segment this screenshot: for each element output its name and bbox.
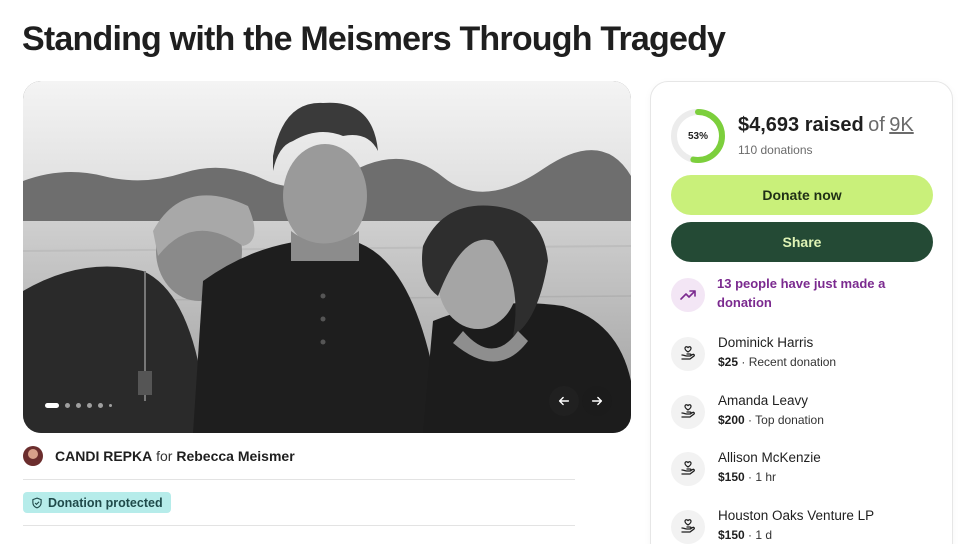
organizer-for-text: for bbox=[156, 448, 173, 464]
donor-amount: $150 bbox=[718, 528, 745, 542]
organizer-name[interactable]: CANDI REPKA bbox=[55, 448, 152, 464]
raised-of-text: of bbox=[868, 114, 885, 136]
goal-amount[interactable]: 9K bbox=[889, 114, 913, 136]
carousel-dot[interactable] bbox=[98, 403, 103, 408]
donor-detail: · Recent donation bbox=[738, 355, 837, 369]
trending-up-icon bbox=[680, 290, 696, 300]
donor-detail: · 1 d bbox=[744, 528, 773, 542]
campaign-photo bbox=[23, 81, 631, 433]
donor-item: Allison McKenzie $150 · 1 hr bbox=[671, 450, 933, 490]
arrow-right-icon bbox=[591, 396, 603, 406]
shield-icon bbox=[32, 497, 42, 508]
carousel-dot[interactable] bbox=[87, 403, 92, 408]
donor-meta: $25 · Recent donation bbox=[718, 355, 836, 369]
donation-hand-icon bbox=[671, 452, 705, 486]
donation-hand-icon bbox=[671, 337, 705, 371]
share-button[interactable]: Share bbox=[671, 222, 933, 262]
carousel-dot[interactable] bbox=[65, 403, 70, 408]
carousel-dot-active[interactable] bbox=[45, 403, 59, 408]
donate-now-button[interactable]: Donate now bbox=[671, 175, 933, 215]
trend-badge bbox=[671, 278, 705, 312]
donor-detail: · Top donation bbox=[744, 413, 824, 427]
donor-amount: $150 bbox=[718, 470, 745, 484]
donor-item: Houston Oaks Venture LP $150 · 1 d bbox=[671, 508, 933, 544]
badge-label: Donation protected bbox=[48, 495, 163, 510]
donor-meta: $150 · 1 d bbox=[718, 528, 772, 542]
page-title: Standing with the Meismers Through Trage… bbox=[22, 20, 726, 58]
donor-amount: $200 bbox=[718, 413, 745, 427]
progress-percent: 53% bbox=[687, 130, 708, 142]
donor-item: Amanda Leavy $200 · Top donation bbox=[671, 393, 933, 433]
organizer-line: CANDI REPKA for Rebecca Meismer bbox=[23, 446, 295, 466]
carousel-dot[interactable] bbox=[109, 404, 112, 407]
raised-amount: $4,693 raised bbox=[738, 114, 864, 136]
donor-name: Amanda Leavy bbox=[718, 393, 809, 408]
recent-activity-text: 13 people have just made a donation bbox=[717, 276, 886, 310]
beneficiary-name[interactable]: Rebecca Meismer bbox=[176, 448, 294, 464]
arrow-left-icon bbox=[558, 396, 570, 406]
donation-hand-icon bbox=[671, 510, 705, 544]
donor-meta: $200 · Top donation bbox=[718, 413, 824, 427]
donor-name: Houston Oaks Venture LP bbox=[718, 508, 875, 523]
organizer-avatar[interactable] bbox=[23, 446, 43, 466]
donor-detail: · 1 hr bbox=[744, 470, 777, 484]
donor-name: Dominick Harris bbox=[718, 335, 814, 350]
divider bbox=[23, 525, 575, 526]
raised-summary: $4,693 raised of 9K bbox=[738, 114, 914, 137]
divider bbox=[23, 479, 575, 480]
carousel-dot[interactable] bbox=[76, 403, 81, 408]
donor-name: Allison McKenzie bbox=[718, 450, 821, 465]
donor-meta: $150 · 1 hr bbox=[718, 470, 776, 484]
donation-panel: 53% $4,693 raised of 9K 110 donations Do… bbox=[650, 81, 953, 544]
donation-protected-badge[interactable]: Donation protected bbox=[23, 492, 171, 513]
carousel-prev-button[interactable] bbox=[549, 386, 579, 416]
donor-item: Dominick Harris $25 · Recent donation bbox=[671, 335, 933, 375]
donation-hand-icon bbox=[671, 395, 705, 429]
campaign-photo-carousel[interactable] bbox=[23, 81, 631, 433]
carousel-dots bbox=[45, 403, 112, 408]
carousel-next-button[interactable] bbox=[582, 386, 612, 416]
donor-amount: $25 bbox=[718, 355, 739, 369]
donations-count: 110 donations bbox=[738, 143, 813, 157]
